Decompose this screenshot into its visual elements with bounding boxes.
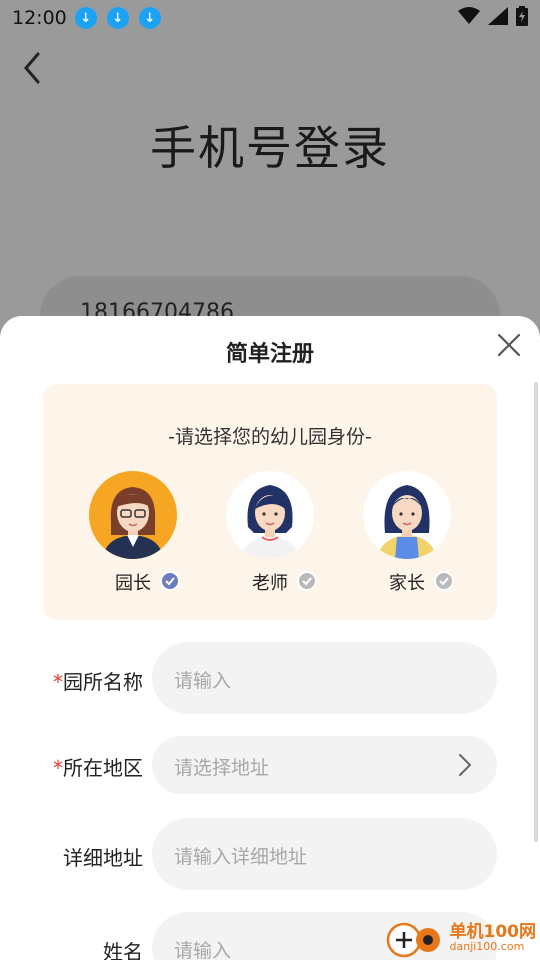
chevron-right-icon [459, 754, 472, 776]
battery-icon [516, 6, 528, 26]
status-time: 12:00 [12, 7, 67, 29]
register-sheet: 简单注册 -请选择您的幼儿园身份- 园长 老师 家长 *园所名称 请输入 *所在… [0, 316, 540, 960]
region-select[interactable]: 请选择地址 [152, 736, 497, 794]
form-row-kindergarten-name: *园所名称 请输入 [0, 642, 540, 714]
parent-avatar-icon [377, 485, 437, 559]
role-option-principal[interactable]: 园长 [88, 471, 180, 595]
close-icon[interactable] [496, 332, 522, 358]
page-title: 手机号登录 [150, 121, 390, 175]
teacher-avatar [226, 471, 314, 559]
download-icon: ↓ [106, 7, 129, 29]
field-label: *所在地区 [53, 756, 143, 780]
principal-avatar [89, 471, 177, 559]
watermark-logo-icon [386, 922, 440, 958]
selected-check-icon [160, 571, 180, 591]
download-icon: ↓ [74, 7, 97, 29]
role-hint: -请选择您的幼儿园身份- [168, 426, 372, 448]
role-option-teacher[interactable]: 老师 [225, 471, 317, 595]
kindergarten-name-input[interactable]: 请输入 [152, 642, 497, 714]
unselected-check-icon [297, 571, 317, 591]
unselected-check-icon [434, 571, 454, 591]
field-label: *园所名称 [53, 670, 143, 694]
placeholder: 请输入详细地址 [174, 846, 308, 868]
teacher-avatar-icon [240, 485, 300, 559]
placeholder: 请输入 [174, 670, 232, 692]
required-mark: * [53, 670, 63, 694]
required-mark: * [53, 756, 63, 780]
placeholder: 请选择地址 [174, 757, 270, 779]
wifi-icon [458, 7, 480, 24]
principal-avatar-icon [103, 487, 163, 559]
field-label: 详细地址 [63, 846, 143, 870]
system-icons [458, 6, 528, 26]
form-row-region: *所在地区 请选择地址 [0, 736, 540, 808]
watermark: 单机100网 danji100.com [384, 918, 537, 958]
watermark-cn: 单机100网 [449, 922, 537, 942]
back-arrow-icon[interactable] [18, 48, 48, 88]
role-selector: -请选择您的幼儿园身份- 园长 老师 家长 [43, 384, 497, 620]
form-row-address: 详细地址 请输入详细地址 [0, 818, 540, 890]
signal-icon [488, 7, 508, 25]
address-detail-input[interactable]: 请输入详细地址 [152, 818, 497, 890]
sheet-title: 简单注册 [225, 342, 314, 367]
status-bar: 12:00 ↓ ↓ ↓ [0, 0, 540, 36]
download-icon: ↓ [138, 7, 161, 29]
field-label: 姓名 [103, 940, 143, 960]
role-option-parent[interactable]: 家长 [362, 471, 454, 595]
placeholder: 请输入 [174, 940, 232, 960]
watermark-en: danji100.com [449, 940, 525, 953]
parent-avatar [363, 471, 451, 559]
